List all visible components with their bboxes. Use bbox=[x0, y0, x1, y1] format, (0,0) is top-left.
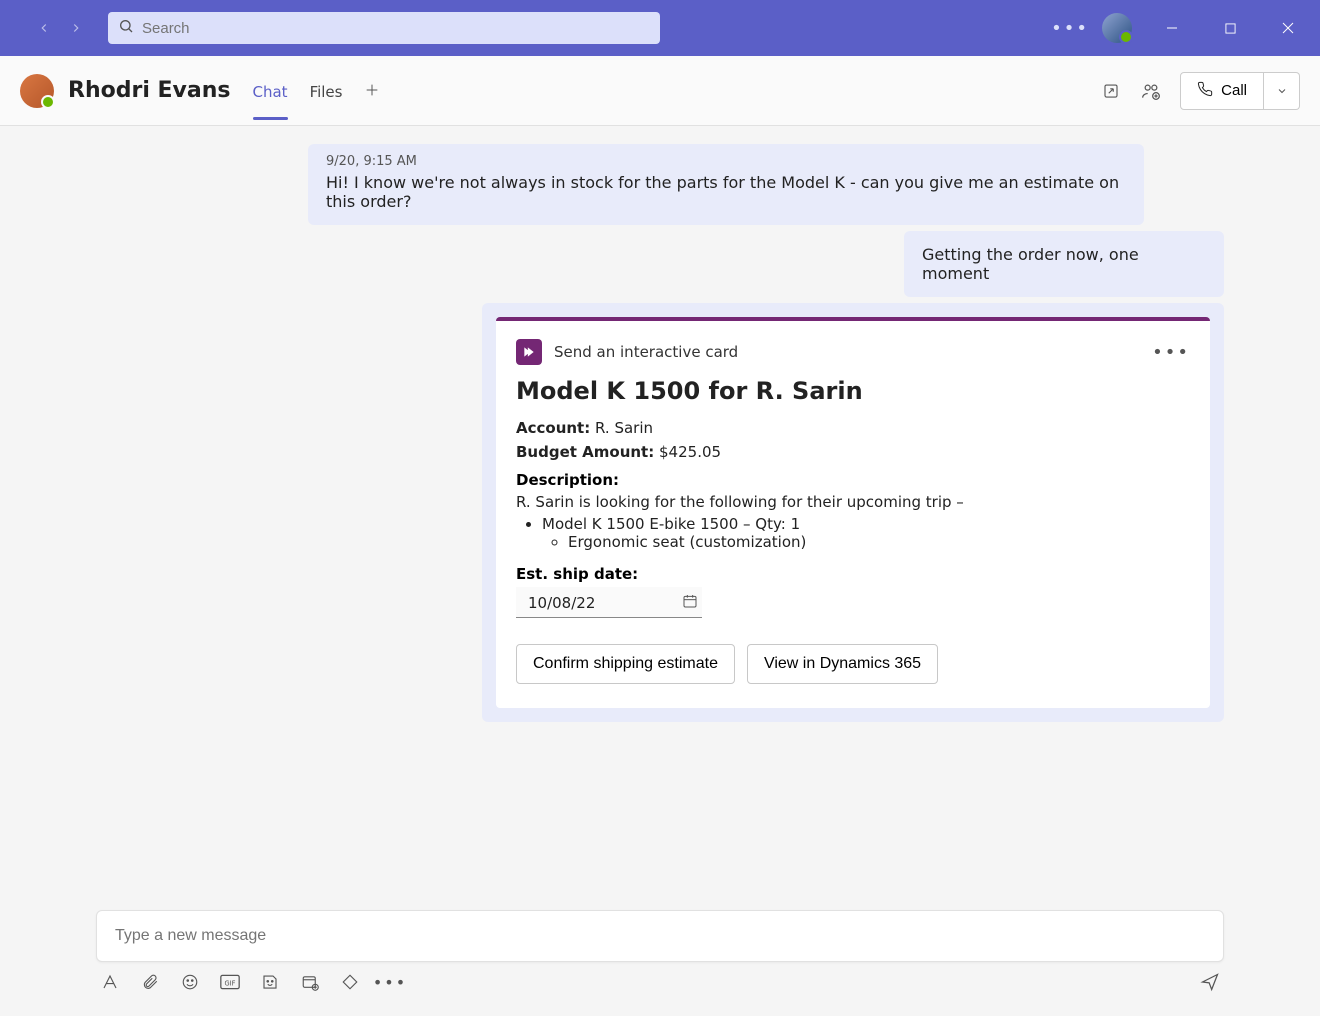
message-timestamp: 9/20, 9:15 AM bbox=[326, 154, 1126, 169]
tab-files[interactable]: Files bbox=[310, 61, 343, 120]
account-label: Account: bbox=[516, 419, 590, 437]
close-button[interactable] bbox=[1270, 14, 1306, 42]
chat-header: Rhodri Evans Chat Files Call bbox=[0, 56, 1320, 126]
call-label: Call bbox=[1221, 82, 1247, 99]
titlebar: ••• bbox=[0, 0, 1320, 56]
minimize-button[interactable] bbox=[1154, 14, 1190, 42]
compose-input[interactable] bbox=[115, 927, 1205, 945]
adaptive-card: Send an interactive card ••• Model K 150… bbox=[496, 317, 1210, 708]
adaptive-card-container: Send an interactive card ••• Model K 150… bbox=[482, 303, 1224, 722]
account-value: R. Sarin bbox=[595, 419, 653, 437]
description-text: R. Sarin is looking for the following fo… bbox=[516, 493, 1190, 511]
confirm-shipping-button[interactable]: Confirm shipping estimate bbox=[516, 644, 735, 684]
card-more-button[interactable]: ••• bbox=[1152, 342, 1190, 363]
power-automate-icon bbox=[516, 339, 542, 365]
popout-icon[interactable] bbox=[1100, 80, 1122, 102]
gif-icon[interactable]: GIF bbox=[220, 972, 240, 992]
attach-icon[interactable] bbox=[140, 972, 160, 992]
list-item: Model K 1500 E-bike 1500 – Qty: 1 Ergono… bbox=[542, 515, 1190, 551]
view-dynamics-button[interactable]: View in Dynamics 365 bbox=[747, 644, 938, 684]
more-icon[interactable]: ••• bbox=[1060, 18, 1080, 38]
list-item: Ergonomic seat (customization) bbox=[568, 533, 1190, 551]
send-button[interactable] bbox=[1200, 972, 1220, 992]
schedule-meeting-icon[interactable] bbox=[300, 972, 320, 992]
user-avatar[interactable] bbox=[1102, 13, 1132, 43]
stream-icon[interactable] bbox=[340, 972, 360, 992]
add-people-icon[interactable] bbox=[1140, 80, 1162, 102]
budget-value: $425.05 bbox=[659, 443, 721, 461]
ship-date-input[interactable]: 10/08/22 bbox=[516, 587, 702, 618]
ship-date-label: Est. ship date: bbox=[516, 565, 1190, 583]
contact-avatar[interactable] bbox=[20, 74, 54, 108]
card-title: Model K 1500 for R. Sarin bbox=[516, 377, 1190, 405]
message-body: Hi! I know we're not always in stock for… bbox=[326, 173, 1126, 211]
nav-back-button[interactable] bbox=[30, 14, 58, 42]
ship-date-value: 10/08/22 bbox=[528, 594, 595, 612]
add-tab-button[interactable] bbox=[364, 79, 380, 103]
more-compose-icon[interactable]: ••• bbox=[380, 972, 400, 992]
chat-body: 9/20, 9:15 AM Hi! I know we're not alway… bbox=[0, 126, 1320, 906]
description-label: Description: bbox=[516, 471, 1190, 489]
tab-chat[interactable]: Chat bbox=[253, 61, 288, 120]
search-icon bbox=[118, 18, 134, 38]
card-app-label: Send an interactive card bbox=[554, 343, 738, 361]
nav-forward-button[interactable] bbox=[62, 14, 90, 42]
emoji-icon[interactable] bbox=[180, 972, 200, 992]
maximize-button[interactable] bbox=[1212, 14, 1248, 42]
message-body: Getting the order now, one moment bbox=[922, 245, 1139, 283]
compose-box[interactable] bbox=[96, 910, 1224, 962]
format-icon[interactable] bbox=[100, 972, 120, 992]
sticker-icon[interactable] bbox=[260, 972, 280, 992]
call-button[interactable]: Call bbox=[1180, 72, 1264, 110]
budget-label: Budget Amount: bbox=[516, 443, 654, 461]
search-input[interactable] bbox=[142, 20, 650, 37]
outgoing-message: Getting the order now, one moment bbox=[904, 231, 1224, 297]
compose-area: GIF ••• bbox=[0, 906, 1320, 1016]
svg-text:GIF: GIF bbox=[225, 979, 236, 987]
contact-name: Rhodri Evans bbox=[68, 78, 231, 103]
phone-icon bbox=[1197, 81, 1213, 101]
call-options-button[interactable] bbox=[1264, 72, 1300, 110]
search-box[interactable] bbox=[108, 12, 660, 44]
incoming-message: 9/20, 9:15 AM Hi! I know we're not alway… bbox=[308, 144, 1144, 225]
calendar-icon bbox=[682, 593, 698, 613]
